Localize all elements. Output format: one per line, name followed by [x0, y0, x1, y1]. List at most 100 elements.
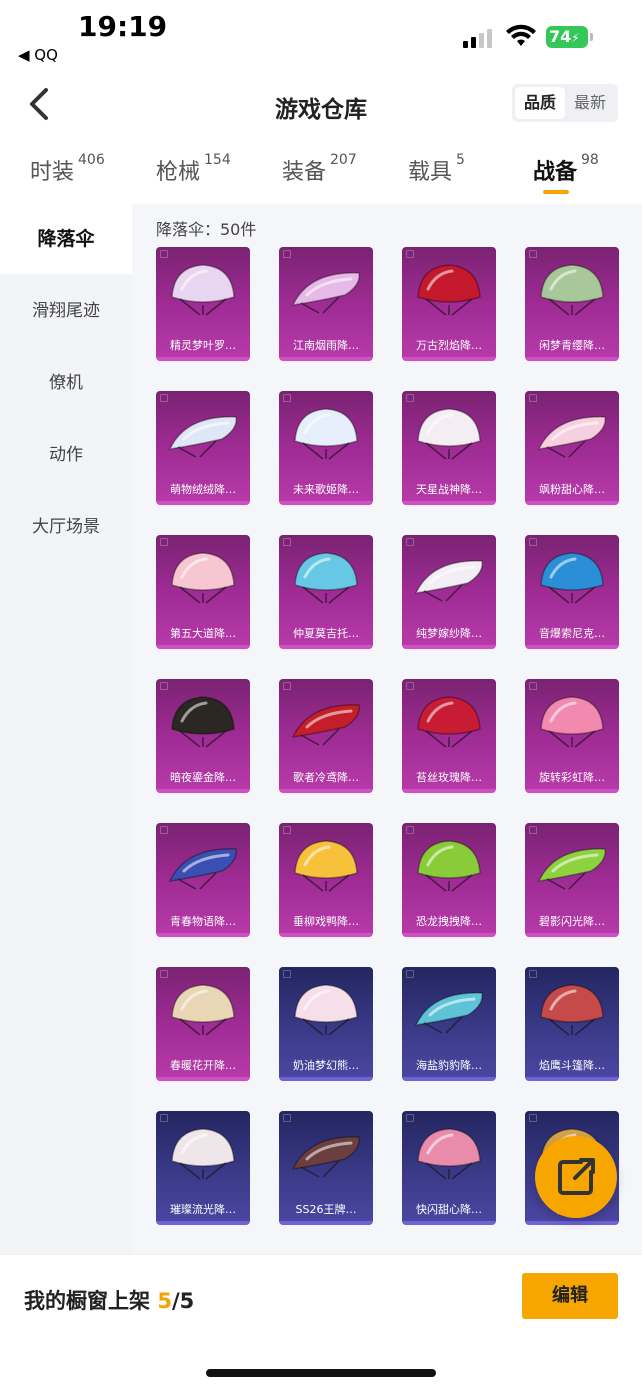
item-card[interactable]: 闲梦青缨降…	[525, 247, 619, 361]
sidebar-item-glide-trail[interactable]: 滑翔尾迹	[0, 276, 132, 346]
edit-button[interactable]: 编辑	[522, 1273, 618, 1319]
item-name: 苔丝玫瑰降…	[416, 771, 482, 784]
parachute-icon	[414, 992, 483, 1034]
item-card[interactable]: 第五大道降…	[156, 535, 250, 649]
battery-level: 74	[549, 27, 572, 46]
item-name: 精灵梦叶罗…	[170, 339, 236, 352]
parachute-icon	[294, 984, 358, 1036]
parachute-icon	[294, 840, 358, 892]
item-card[interactable]: 天星战神降…	[402, 391, 496, 505]
item-card[interactable]: 苔丝玫瑰降…	[402, 679, 496, 793]
tab-fashion[interactable]: 时装 406	[30, 152, 105, 186]
item-name: 垂柳戏鸭降…	[293, 915, 359, 928]
tab-equipment[interactable]: 装备 207	[282, 152, 357, 186]
showcase-total-count: /5	[171, 1289, 195, 1313]
item-card[interactable]: 江南烟雨降…	[279, 247, 373, 361]
parachute-icon	[171, 552, 235, 604]
sort-latest-button[interactable]: 最新	[565, 87, 615, 119]
item-card[interactable]: 垂柳戏鸭降…	[279, 823, 373, 937]
tab-label: 战备	[533, 160, 578, 185]
parachute-icon	[171, 1128, 235, 1180]
parachute-icon	[168, 416, 237, 458]
sidebar-item-wingman[interactable]: 僚机	[0, 348, 132, 418]
item-card[interactable]: 纯梦嫁纱降…	[402, 535, 496, 649]
share-fab[interactable]	[535, 1136, 617, 1218]
item-card[interactable]: 恐龙拽拽降…	[402, 823, 496, 937]
item-name: 春暖花开降…	[170, 1059, 236, 1072]
item-card[interactable]: 暗夜鎏金降…	[156, 679, 250, 793]
battery-tip	[590, 33, 593, 41]
parachute-icon	[294, 552, 358, 604]
sidebar-item-emote[interactable]: 动作	[0, 420, 132, 490]
item-name: SS26王牌…	[295, 1203, 357, 1216]
tab-label: 枪械	[156, 160, 201, 185]
tab-count: 98	[581, 152, 599, 168]
parachute-icon	[540, 984, 604, 1036]
parachute-icon	[417, 840, 481, 892]
item-card[interactable]: 未来歌姬降…	[279, 391, 373, 505]
sidebar-item-lobby-scene[interactable]: 大厅场景	[0, 492, 132, 562]
sort-quality-button[interactable]: 品质	[515, 87, 565, 119]
item-card[interactable]: 海盐豹豹降…	[402, 967, 496, 1081]
parachute-icon	[168, 848, 237, 890]
tab-label: 装备	[282, 160, 327, 185]
item-name: 第五大道降…	[170, 627, 236, 640]
item-card[interactable]: 萌物绒绒降…	[156, 391, 250, 505]
item-card[interactable]: 碧影闪光降…	[525, 823, 619, 937]
item-card[interactable]: 精灵梦叶罗…	[156, 247, 250, 361]
item-card[interactable]: 快闪甜心降…	[402, 1111, 496, 1225]
item-card[interactable]: 焰鹰斗篷降…	[525, 967, 619, 1081]
parachute-icon	[417, 696, 481, 748]
back-to-app-link[interactable]: ◀ QQ	[18, 46, 58, 64]
parachute-icon	[537, 416, 606, 458]
parachute-icon	[171, 264, 235, 316]
item-card[interactable]: 飒粉甜心降…	[525, 391, 619, 505]
item-name: 璀璨流光降…	[170, 1203, 236, 1216]
tab-count: 5	[456, 152, 465, 168]
item-card[interactable]: 青春物语降…	[156, 823, 250, 937]
bottom-bar: 我的橱窗上架 5/5 编辑	[0, 1254, 642, 1389]
tab-vehicles[interactable]: 载具 5	[408, 152, 465, 186]
parachute-icon	[171, 696, 235, 748]
parachute-icon	[540, 552, 604, 604]
item-card[interactable]: 璀璨流光降…	[156, 1111, 250, 1225]
tab-count: 154	[204, 152, 231, 168]
parachute-icon	[417, 408, 481, 460]
showcase-label-text: 我的橱窗上架	[24, 1289, 150, 1313]
sort-toggle: 品质 最新	[512, 84, 618, 122]
item-card[interactable]: 歌者冷鸢降…	[279, 679, 373, 793]
parachute-icon	[537, 848, 606, 890]
item-grid: 降落伞：50件 精灵梦叶罗… 江南烟雨降… 万古烈焰降… 闲梦青缨降… 萌物绒绒降… 未来…	[132, 204, 642, 1254]
item-card[interactable]: 音爆索尼克…	[525, 535, 619, 649]
tab-label: 载具	[408, 160, 453, 185]
item-name: 旋转彩虹降…	[539, 771, 605, 784]
item-count-label: 降落伞：50件	[156, 220, 257, 239]
sidebar: 降落伞 滑翔尾迹 僚机 动作 大厅场景	[0, 204, 132, 1254]
battery-icon: 74⚡	[546, 26, 588, 48]
item-card[interactable]: 旋转彩虹降…	[525, 679, 619, 793]
item-card[interactable]: 仲夏莫吉托…	[279, 535, 373, 649]
item-name: 飒粉甜心降…	[539, 483, 605, 496]
tab-guns[interactable]: 枪械 154	[156, 152, 231, 186]
item-card[interactable]: SS26王牌…	[279, 1111, 373, 1225]
item-card[interactable]: 春暖花开降…	[156, 967, 250, 1081]
tab-combat-gear[interactable]: 战备 98	[533, 152, 599, 186]
parachute-icon	[294, 408, 358, 460]
item-name: 未来歌姬降…	[293, 483, 359, 496]
sidebar-item-parachute[interactable]: 降落伞	[0, 204, 132, 274]
item-card[interactable]: 万古烈焰降…	[402, 247, 496, 361]
item-name: 青春物语降…	[170, 915, 236, 928]
showcase-label: 我的橱窗上架 5/5	[24, 1285, 194, 1315]
item-name: 海盐豹豹降…	[416, 1059, 482, 1072]
category-tabs: 时装 406 枪械 154 装备 207 载具 5 战备 98	[0, 142, 642, 204]
home-indicator	[206, 1369, 436, 1377]
parachute-icon	[291, 1136, 360, 1178]
item-name: 恐龙拽拽降…	[416, 915, 482, 928]
item-name: 快闪甜心降…	[416, 1203, 482, 1216]
item-name: 奶油梦幻熊…	[293, 1059, 359, 1072]
item-card[interactable]: 奶油梦幻熊…	[279, 967, 373, 1081]
header: 游戏仓库 品质 最新	[0, 72, 642, 136]
item-name: 歌者冷鸢降…	[293, 771, 359, 784]
item-name: 仲夏莫吉托…	[293, 627, 359, 640]
parachute-icon	[417, 1128, 481, 1180]
